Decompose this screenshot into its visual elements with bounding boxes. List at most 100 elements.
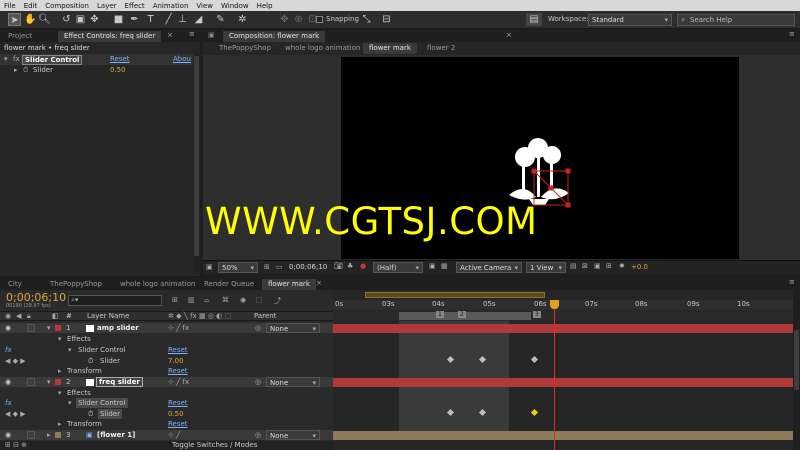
- playhead-line[interactable]: [554, 300, 555, 450]
- layer-name[interactable]: amp slider: [97, 323, 139, 333]
- expand-effects-icon[interactable]: ▾: [58, 388, 62, 398]
- pen-tool-icon[interactable]: ✒: [128, 13, 141, 26]
- expand-effects-icon[interactable]: ▾: [58, 334, 62, 344]
- keyframe-navigator-icon[interactable]: ◀ ◆ ▶: [5, 409, 26, 419]
- keyframe-navigator-icon[interactable]: ◀ ◆ ▶: [5, 356, 26, 366]
- clone-stamp-tool-icon[interactable]: ⊥: [176, 13, 189, 26]
- layer-name[interactable]: [flower 1]: [97, 430, 135, 440]
- expand-layer-icon[interactable]: ▾: [47, 377, 51, 387]
- visibility-eye-icon[interactable]: ◉: [5, 377, 11, 387]
- lock-icon[interactable]: ▣: [208, 31, 215, 39]
- rotate-tool-icon[interactable]: ↺: [60, 13, 73, 26]
- stopwatch-icon[interactable]: ⏱: [88, 409, 93, 419]
- label-color-swatch[interactable]: [55, 325, 61, 331]
- comp-marker-3[interactable]: 3: [533, 311, 541, 318]
- nav-flower-mark[interactable]: flower mark: [363, 43, 417, 54]
- parent-dropdown[interactable]: None: [266, 377, 320, 388]
- reset-link[interactable]: Reset: [110, 55, 130, 63]
- fx-toggle-icon[interactable]: fx: [5, 398, 12, 408]
- scrollbar[interactable]: [193, 54, 200, 274]
- panel-menu-icon[interactable]: ≡: [189, 30, 195, 38]
- brush-tool-icon[interactable]: ╱: [162, 13, 175, 26]
- snap-feather-icon[interactable]: ⊟: [380, 13, 393, 26]
- transform-reset-link[interactable]: Reset: [168, 366, 188, 376]
- tab-project[interactable]: Project: [2, 31, 38, 42]
- reset-exposure-icon[interactable]: ✸: [619, 262, 625, 270]
- effect-name[interactable]: Slider Control: [22, 55, 83, 65]
- timeline-scrollbar[interactable]: [793, 290, 800, 450]
- timeline-scrollbar-thumb[interactable]: [794, 330, 799, 390]
- slider-property-row[interactable]: ◀ ◆ ▶ ⏱ Slider 0.50: [0, 409, 333, 419]
- fx-icon[interactable]: fx: [13, 55, 20, 63]
- reset-link[interactable]: Reset: [168, 345, 188, 355]
- visibility-eye-icon[interactable]: ◉: [5, 430, 11, 440]
- tab-whole-logo-animation[interactable]: whole logo animation: [114, 279, 201, 290]
- expand-transform-icon[interactable]: ▸: [58, 366, 62, 376]
- frame-blending-icon[interactable]: ⌘: [222, 296, 229, 304]
- layer-bar-freq-slider[interactable]: [333, 378, 793, 387]
- stopwatch-icon[interactable]: ⏱: [23, 66, 28, 75]
- grid-icon[interactable]: ⊞: [264, 263, 270, 271]
- layer-name-column-header[interactable]: Layer Name: [87, 312, 129, 320]
- menu-window[interactable]: Window: [217, 2, 253, 10]
- workspace-toggle-icon[interactable]: ▤: [526, 13, 542, 26]
- brainstorm-icon[interactable]: ⬚: [256, 296, 263, 304]
- pickwhip-icon[interactable]: ◎: [255, 377, 261, 387]
- zoom-dropdown[interactable]: 50%: [218, 262, 258, 273]
- keyframe[interactable]: [530, 355, 539, 364]
- work-area-bar[interactable]: [365, 292, 545, 298]
- expand-transform-icon[interactable]: ▸: [58, 419, 62, 429]
- snapshot-icon[interactable]: 📷︎: [334, 262, 343, 270]
- slider-value[interactable]: 7.00: [168, 356, 184, 366]
- axis-local-icon[interactable]: ✥: [278, 13, 291, 26]
- fx-toggle-icon[interactable]: fx: [5, 345, 12, 355]
- camera-dropdown[interactable]: Active Camera: [456, 262, 522, 273]
- slider-value[interactable]: 0.50: [168, 409, 184, 419]
- timeline-menu-icon[interactable]: ≡: [789, 278, 795, 286]
- menu-view[interactable]: View: [192, 2, 217, 10]
- roto-brush-tool-icon[interactable]: ✎: [214, 13, 227, 26]
- tab-composition[interactable]: Composition: flower mark: [223, 31, 326, 42]
- mask-icon[interactable]: ▭: [276, 263, 283, 271]
- puppet-pin-tool-icon[interactable]: ✲: [236, 13, 249, 26]
- snap-options-icon[interactable]: ⤡: [360, 13, 373, 26]
- menu-layer[interactable]: Layer: [93, 2, 121, 10]
- close-timeline-tab-icon[interactable]: ×: [316, 279, 322, 287]
- lock-toggle[interactable]: [27, 431, 35, 439]
- close-comp-icon[interactable]: ×: [506, 31, 512, 39]
- show-snapshot-icon[interactable]: ♣: [347, 262, 353, 270]
- slider-property-row[interactable]: ◀ ◆ ▶ ⏱ Slider 7.00: [0, 356, 333, 366]
- zoom-tool-icon[interactable]: 🔍︎: [38, 13, 51, 26]
- always-preview-icon[interactable]: ▣: [206, 263, 213, 271]
- workspace-dropdown[interactable]: Standard: [588, 14, 672, 26]
- label-color-swatch[interactable]: [55, 432, 61, 438]
- layer-bar-flower-1[interactable]: [333, 431, 793, 440]
- menu-animation[interactable]: Animation: [149, 2, 193, 10]
- comp-marker-2[interactable]: 2: [458, 311, 466, 318]
- transform-reset-link[interactable]: Reset: [168, 419, 188, 429]
- tab-city[interactable]: City: [2, 279, 28, 290]
- pickwhip-icon[interactable]: ◎: [255, 323, 261, 333]
- layer-bar-amp-slider[interactable]: [333, 324, 793, 333]
- search-help-field[interactable]: ⌕ Search Help: [677, 14, 795, 26]
- slider-control-row[interactable]: fx ▾ Slider Control Reset: [0, 398, 333, 408]
- menu-effect[interactable]: Effect: [121, 2, 149, 10]
- menu-file[interactable]: File: [0, 2, 20, 10]
- menu-edit[interactable]: Edit: [20, 2, 42, 10]
- tab-thepoppyshop[interactable]: ThePoppyShop: [44, 279, 108, 290]
- type-tool-icon[interactable]: T: [144, 13, 157, 26]
- axis-world-icon[interactable]: ⊕: [292, 13, 305, 26]
- pickwhip-icon[interactable]: ◎: [255, 430, 261, 440]
- switch-icons[interactable]: ⊹ ╱ fx: [168, 377, 189, 387]
- toggle-switches-modes-button[interactable]: Toggle Switches / Modes: [172, 441, 257, 449]
- exposure-value[interactable]: +0.0: [631, 263, 648, 271]
- timeline-search-input[interactable]: ⌕▾: [68, 295, 162, 306]
- pan-behind-tool-icon[interactable]: ✥: [88, 13, 101, 26]
- fast-preview-icon[interactable]: ⊠: [582, 262, 588, 270]
- layer-row-freq-slider[interactable]: ◉ ▾ 2 freq slider ⊹ ╱ fx ◎ None: [0, 377, 333, 388]
- transform-row[interactable]: ▸ Transform Reset: [0, 419, 333, 429]
- selected-keyframe[interactable]: [530, 408, 539, 417]
- close-tab-icon[interactable]: ×: [167, 31, 173, 39]
- reset-link[interactable]: Reset: [168, 398, 188, 408]
- menu-help[interactable]: Help: [253, 2, 277, 10]
